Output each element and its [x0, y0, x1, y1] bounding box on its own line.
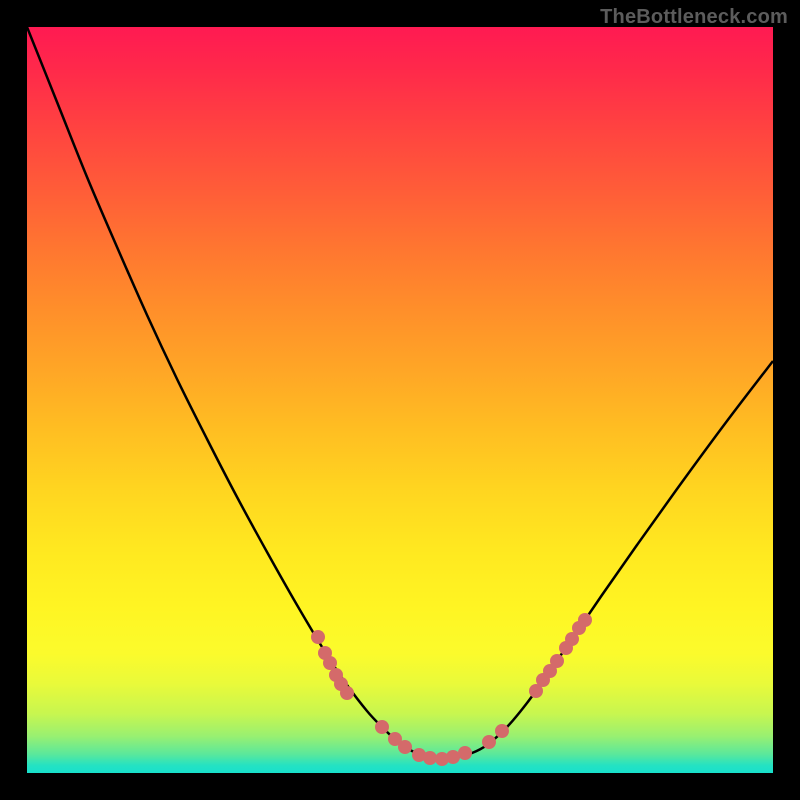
curve-marker — [578, 613, 592, 627]
curve-marker — [311, 630, 325, 644]
chart-container: TheBottleneck.com — [0, 0, 800, 800]
curve-marker — [495, 724, 509, 738]
bottleneck-curve — [27, 27, 773, 759]
curve-markers — [311, 613, 592, 766]
curve-marker — [375, 720, 389, 734]
watermark-text: TheBottleneck.com — [600, 6, 788, 29]
curve-marker — [323, 656, 337, 670]
curve-marker — [340, 686, 354, 700]
curve-marker — [423, 751, 437, 765]
curve-marker — [458, 746, 472, 760]
chart-svg — [27, 27, 773, 773]
curve-marker — [482, 735, 496, 749]
curve-marker — [550, 654, 564, 668]
plot-area — [27, 27, 773, 773]
curve-marker — [446, 750, 460, 764]
curve-marker — [398, 740, 412, 754]
